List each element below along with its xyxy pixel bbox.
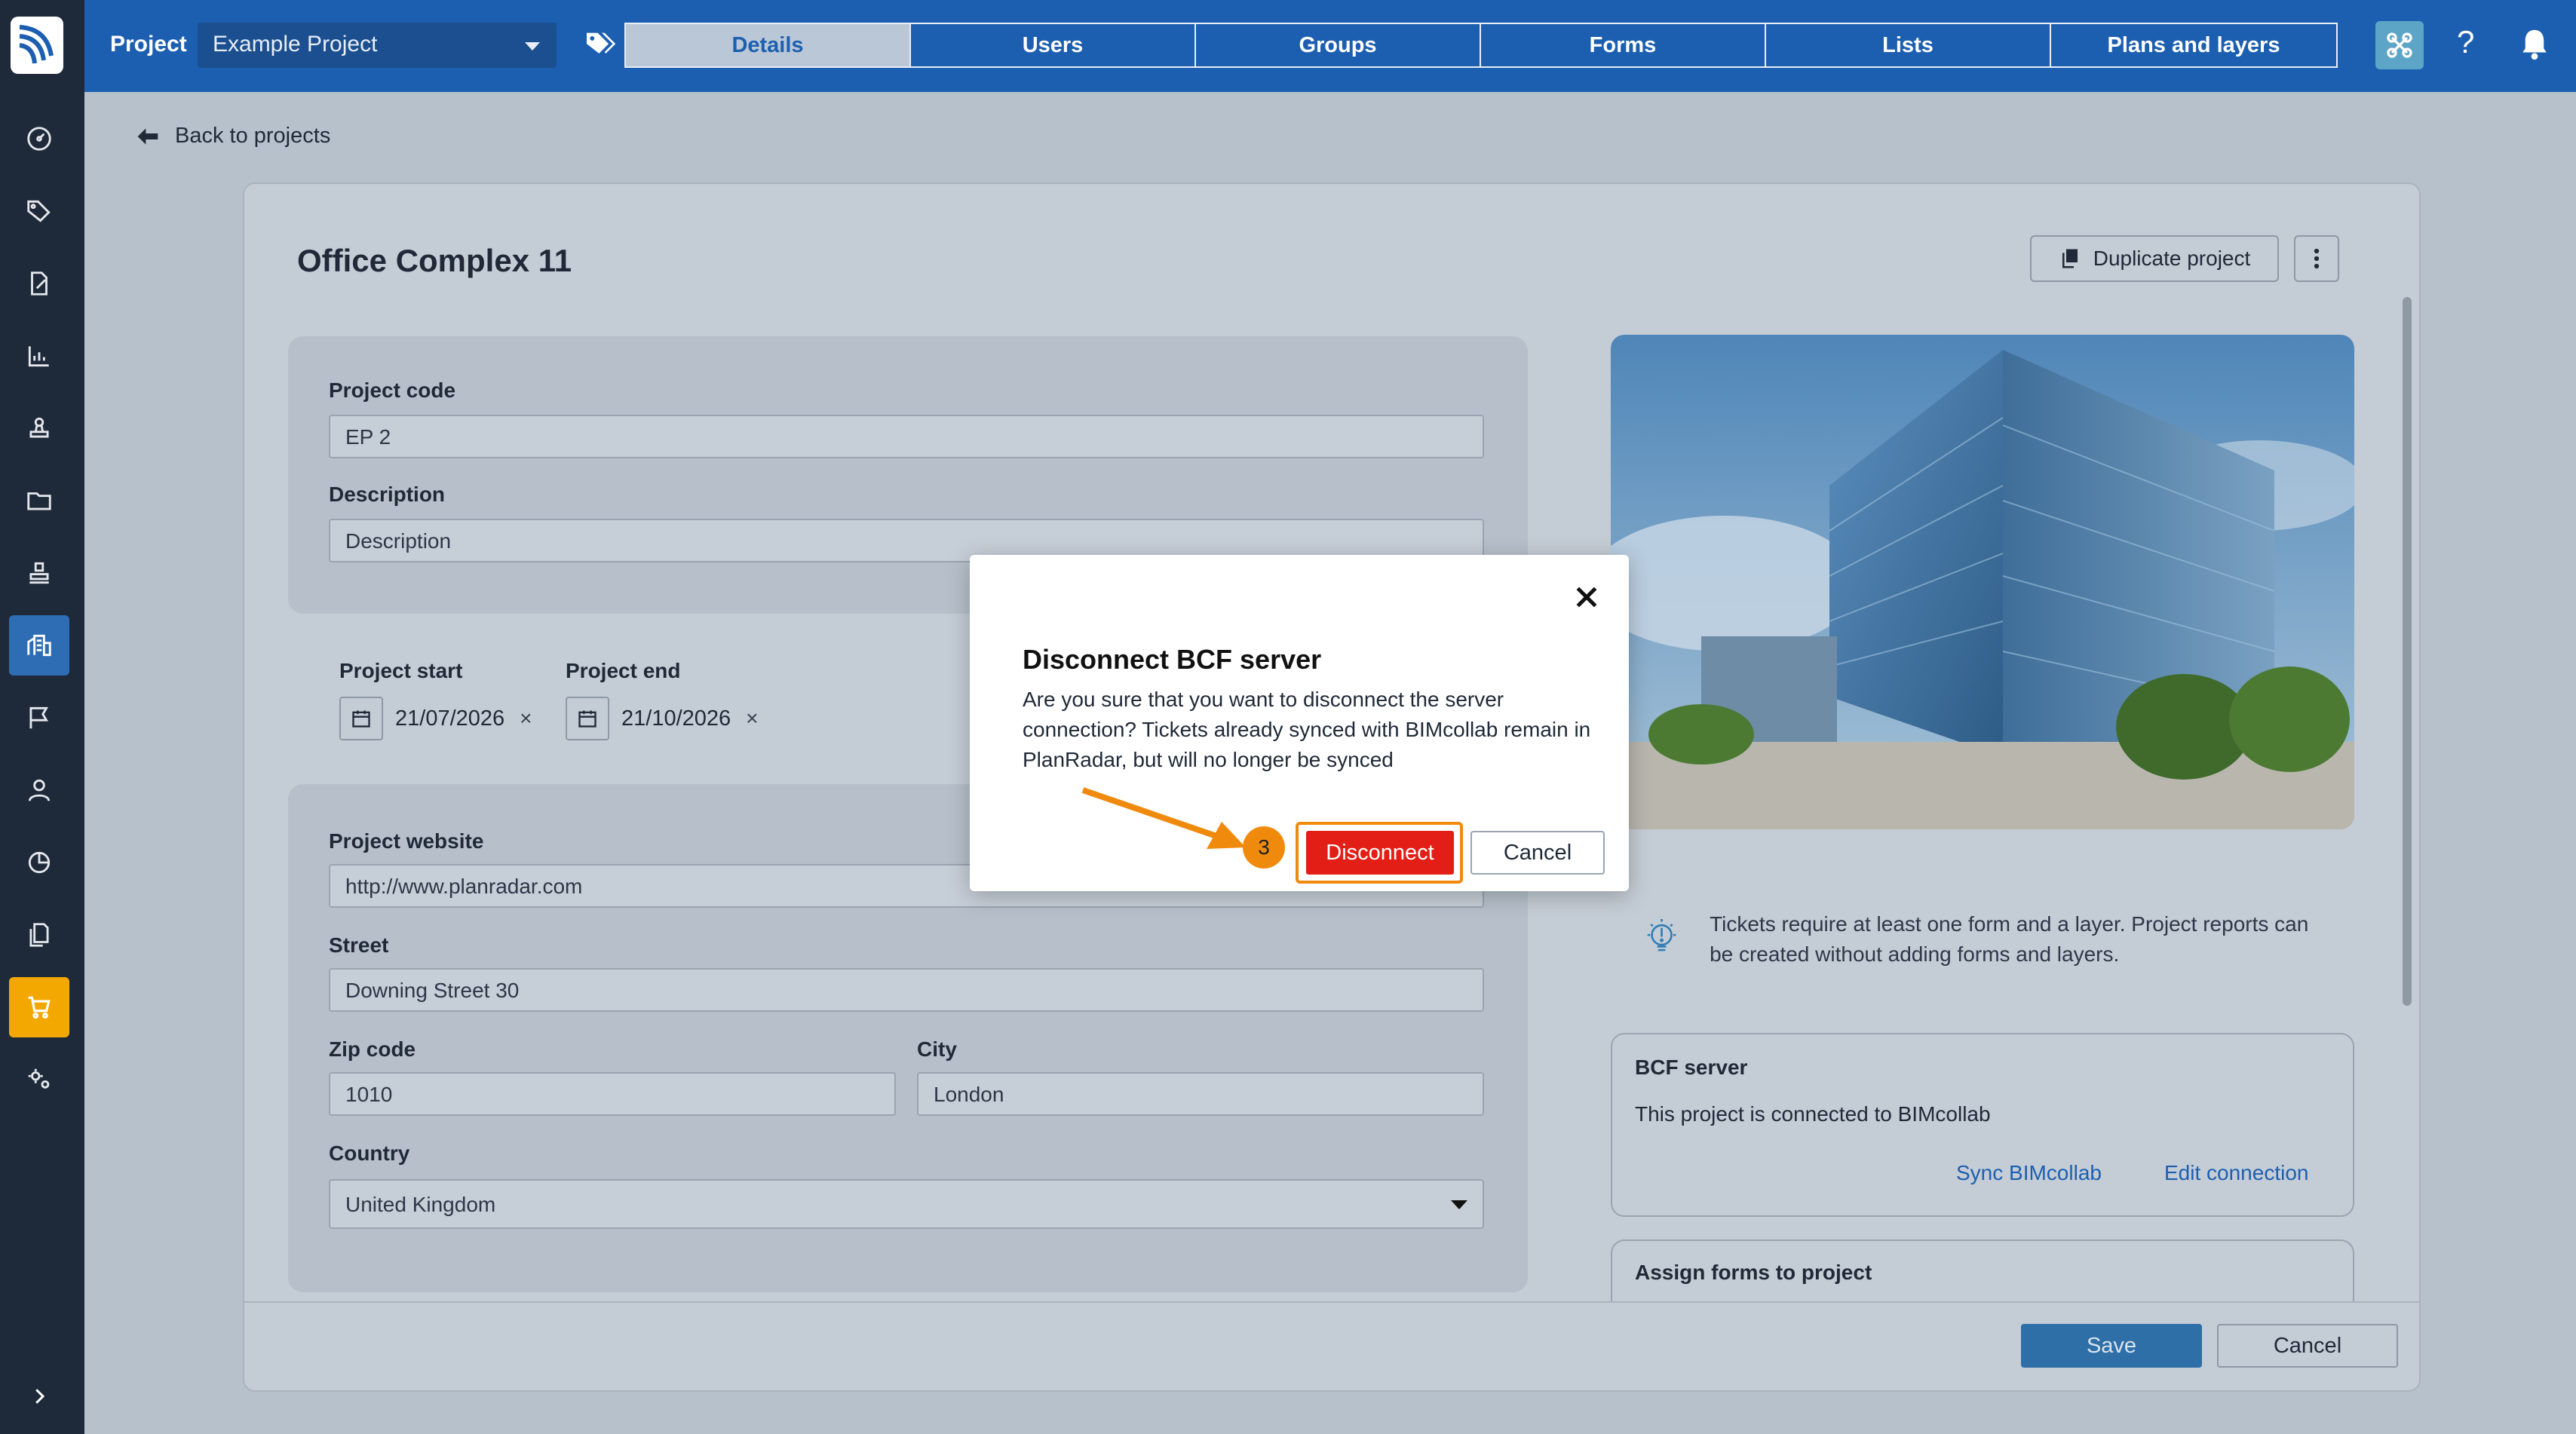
edit-document-icon[interactable]: [9, 253, 69, 314]
tab-details[interactable]: Details: [626, 24, 911, 66]
planradar-logo[interactable]: [11, 17, 63, 74]
dashboard-icon[interactable]: [9, 109, 69, 169]
settings-icon[interactable]: [9, 1049, 69, 1110]
pie-chart-icon[interactable]: [9, 832, 69, 893]
cart-icon[interactable]: [9, 977, 69, 1037]
city-label: City: [917, 1037, 957, 1061]
clear-start-icon[interactable]: ×: [520, 706, 532, 731]
copy-icon: [2062, 249, 2078, 268]
page-title: Office Complex 11: [297, 243, 572, 278]
tags-icon[interactable]: [585, 30, 618, 60]
top-bar: Project Example Project Details Users Gr…: [84, 0, 2576, 92]
forms-info-note: Tickets require at least one form and a …: [1644, 909, 2338, 970]
duplicate-project-label: Duplicate project: [2093, 247, 2251, 270]
project-select[interactable]: Example Project: [198, 23, 557, 68]
projects-icon[interactable]: [9, 615, 69, 676]
tags-icon[interactable]: [9, 181, 69, 241]
calendar-icon[interactable]: [339, 697, 383, 740]
street-label: Street: [329, 933, 389, 957]
scrollbar[interactable]: [2403, 297, 2412, 1006]
chevron-down-icon: [1451, 1200, 1467, 1209]
edit-connection-link[interactable]: Edit connection: [2164, 1161, 2308, 1185]
back-link-label: Back to projects: [175, 124, 331, 148]
pointer-arrow-icon: [1081, 787, 1246, 849]
dialog-message: Are you sure that you want to disconnect…: [1023, 688, 1591, 771]
lightbulb-icon: [1647, 918, 1676, 951]
close-icon[interactable]: [1572, 582, 1602, 612]
street-input[interactable]: Downing Street 30: [329, 968, 1484, 1012]
bcf-server-title: BCF server: [1635, 1056, 1748, 1079]
project-start-value: 21/07/2026: [395, 706, 505, 731]
country-label: Country: [329, 1141, 410, 1165]
zip-code-label: Zip code: [329, 1037, 416, 1061]
project-select-value: Example Project: [213, 32, 378, 57]
website-label: Project website: [329, 829, 484, 853]
arrow-left-icon: [137, 127, 158, 145]
stamp-icon[interactable]: [9, 398, 69, 458]
calendar-icon[interactable]: [566, 697, 609, 740]
back-to-projects-link[interactable]: Back to projects: [136, 124, 330, 149]
duplicate-project-button[interactable]: Duplicate project: [2030, 235, 2279, 282]
expand-sidebar-icon[interactable]: [23, 1380, 56, 1413]
bcf-server-status: This project is connected to BIMcollab: [1635, 1102, 1991, 1126]
project-end-field[interactable]: 21/10/2026 ×: [566, 697, 759, 740]
tab-groups[interactable]: Groups: [1196, 24, 1481, 66]
assign-forms-title: Assign forms to project: [1635, 1261, 1872, 1284]
more-vertical-icon: [2314, 248, 2320, 269]
folder-icon[interactable]: [9, 470, 69, 531]
dialog-cancel-button[interactable]: Cancel: [1470, 831, 1605, 875]
documents-icon[interactable]: [9, 905, 69, 965]
chevron-down-icon: [525, 42, 540, 51]
project-start-field[interactable]: 21/07/2026 ×: [339, 697, 532, 740]
project-end-label: Project end: [566, 659, 681, 682]
project-label: Project: [110, 32, 187, 57]
more-options-button[interactable]: [2294, 235, 2339, 282]
step-badge: 3: [1243, 826, 1285, 869]
chart-icon[interactable]: [9, 326, 69, 386]
sync-bimcollab-link[interactable]: Sync BIMcollab: [1956, 1161, 2102, 1185]
dialog-title: Disconnect BCF server: [1023, 644, 1322, 675]
country-select-value: United Kingdom: [345, 1193, 496, 1216]
save-button[interactable]: Save: [2021, 1324, 2202, 1368]
help-icon[interactable]: ?: [2457, 24, 2474, 60]
project-code-label: Project code: [329, 378, 456, 402]
tab-plans-and-layers[interactable]: Plans and layers: [2051, 24, 2336, 66]
country-select[interactable]: United Kingdom: [329, 1179, 1484, 1229]
city-input[interactable]: London: [917, 1072, 1484, 1116]
project-end-value: 21/10/2026: [621, 706, 731, 731]
cancel-button[interactable]: Cancel: [2217, 1324, 2398, 1368]
clear-end-icon[interactable]: ×: [746, 706, 758, 731]
approval-icon[interactable]: [9, 543, 69, 603]
project-code-input[interactable]: EP 2: [329, 415, 1484, 458]
bimcollab-icon[interactable]: [2375, 21, 2424, 69]
bcf-server-section: BCF server This project is connected to …: [1611, 1033, 2354, 1217]
tab-forms[interactable]: Forms: [1481, 24, 1766, 66]
sidebar: [0, 0, 84, 1434]
bell-icon[interactable]: [2519, 27, 2550, 62]
description-label: Description: [329, 483, 446, 506]
disconnect-button[interactable]: Disconnect: [1306, 831, 1454, 875]
flag-icon[interactable]: [9, 688, 69, 748]
user-icon[interactable]: [9, 760, 69, 820]
tab-lists[interactable]: Lists: [1766, 24, 2051, 66]
project-image: [1611, 335, 2354, 829]
project-start-label: Project start: [339, 659, 463, 682]
tab-users[interactable]: Users: [911, 24, 1196, 66]
forms-info-text: Tickets require at least one form and a …: [1710, 912, 2309, 966]
zip-code-input[interactable]: 1010: [329, 1072, 896, 1116]
tab-bar: Details Users Groups Forms Lists Plans a…: [624, 23, 2338, 68]
